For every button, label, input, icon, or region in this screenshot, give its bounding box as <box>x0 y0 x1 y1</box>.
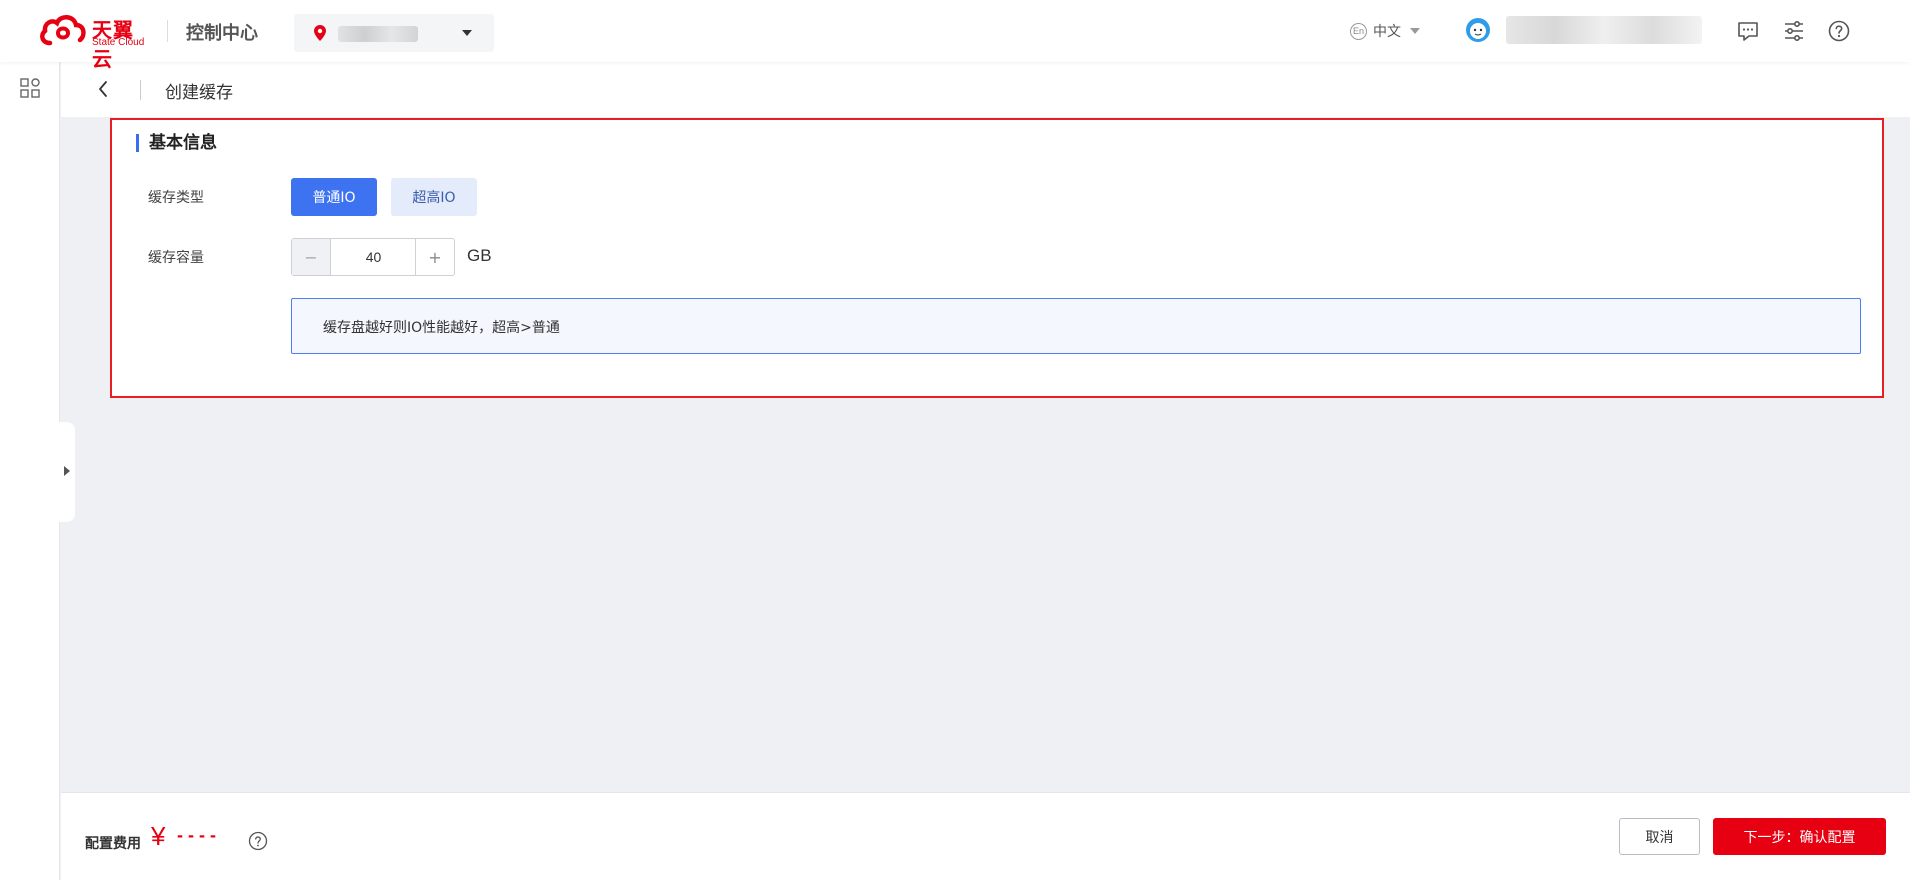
location-pin-icon <box>314 25 326 41</box>
fee-label: 配置费用 <box>85 836 141 852</box>
user-avatar[interactable] <box>1466 18 1490 42</box>
top-header: 天翼云 State Cloud 控制中心 En 中文 <box>0 0 1910 71</box>
fee-value: ---- <box>177 825 221 845</box>
cache-capacity-label: 缓存容量 <box>148 250 204 266</box>
cloud-logo-icon <box>40 15 86 46</box>
caret-down-icon <box>462 30 472 36</box>
language-switcher[interactable]: En 中文 <box>1350 20 1420 42</box>
caret-down-icon <box>1410 28 1420 34</box>
capacity-input[interactable] <box>332 239 415 275</box>
notice-text: 缓存盘越好则IO性能越好，超高>普通 <box>323 320 560 336</box>
region-name-redacted <box>338 26 418 42</box>
increment-button[interactable]: + <box>415 239 454 275</box>
section-title: 基本信息 <box>136 134 217 152</box>
apps-grid-icon[interactable] <box>20 78 40 98</box>
next-confirm-button[interactable]: 下一步：确认配置 <box>1713 818 1886 855</box>
left-sidebar <box>0 62 60 880</box>
message-icon[interactable] <box>1736 19 1760 43</box>
info-notice: 缓存盘越好则IO性能越好，超高>普通 <box>291 298 1861 354</box>
logo[interactable]: 天翼云 State Cloud <box>38 13 150 71</box>
decrement-button[interactable]: − <box>292 239 331 275</box>
capacity-unit: GB <box>467 246 492 265</box>
region-select[interactable] <box>294 14 494 52</box>
help-icon[interactable] <box>1827 19 1851 43</box>
footer-bar: 配置费用 ¥ ---- 取消 下一步：确认配置 <box>61 792 1910 880</box>
basic-info-card: 基本信息 缓存类型 普通IO 超高IO 缓存容量 − + GB 缓存盘越好则IO… <box>110 118 1884 398</box>
page-title: 创建缓存 <box>165 83 233 103</box>
console-title[interactable]: 控制中心 <box>186 19 258 45</box>
cache-type-option-normal-io[interactable]: 普通IO <box>291 178 377 216</box>
avatar-face-icon <box>1470 23 1486 39</box>
settings-sliders-icon[interactable] <box>1782 19 1806 43</box>
language-globe-icon: En <box>1350 22 1367 40</box>
user-name-redacted[interactable] <box>1506 16 1702 44</box>
divider <box>167 20 168 42</box>
cache-type-option-ultra-io[interactable]: 超高IO <box>391 178 477 216</box>
logo-subtext: State Cloud <box>92 37 145 48</box>
fee-currency: ¥ <box>151 821 166 851</box>
capacity-stepper: − + <box>291 238 455 276</box>
help-icon[interactable] <box>248 831 268 851</box>
cache-type-label: 缓存类型 <box>148 190 204 206</box>
back-arrow-icon[interactable] <box>97 80 109 98</box>
caret-right-icon <box>64 466 70 476</box>
sidebar-expand-handle[interactable] <box>59 422 75 522</box>
cancel-button[interactable]: 取消 <box>1619 818 1700 855</box>
divider <box>140 80 141 100</box>
language-label: 中文 <box>1373 24 1401 40</box>
page-header: 创建缓存 <box>61 62 1910 117</box>
